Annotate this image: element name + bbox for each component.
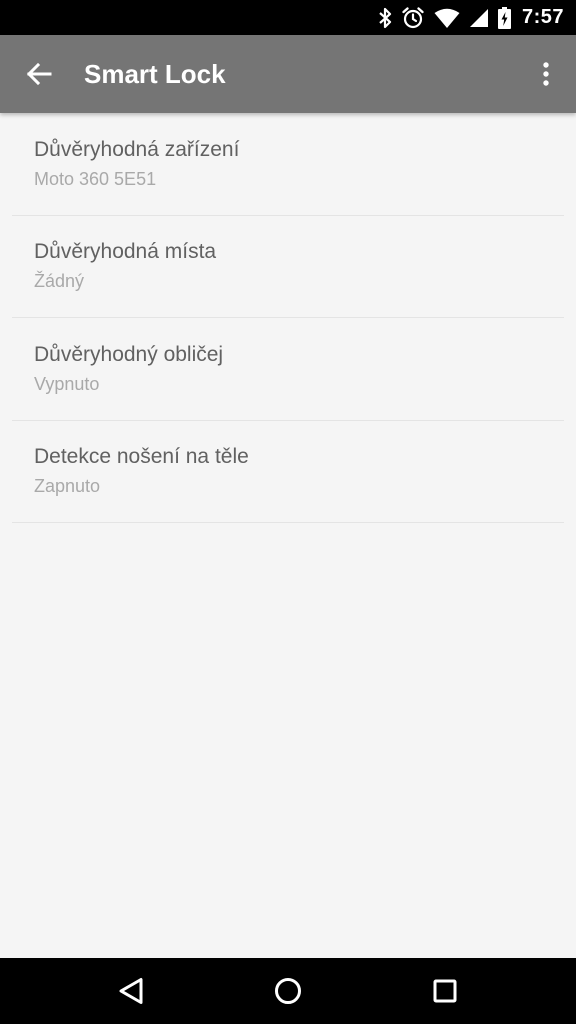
nav-back-icon [119, 978, 143, 1004]
setting-summary: Vypnuto [34, 373, 100, 394]
setting-title: Důvěryhodná místa [34, 240, 217, 264]
setting-trusted-devices[interactable]: Důvěryhodná zařízení Moto 360 5E51 [12, 113, 564, 216]
nav-recents-button[interactable] [409, 958, 481, 1024]
setting-title: Důvěryhodná zařízení [34, 137, 240, 161]
setting-trusted-places[interactable]: Důvěryhodná místa Žádný [12, 216, 564, 318]
arrow-back-icon [26, 62, 52, 86]
nav-home-icon [274, 978, 301, 1004]
nav-back-button[interactable] [95, 958, 167, 1024]
signal-icon [469, 8, 489, 28]
nav-recents-icon [433, 979, 457, 1003]
page-title: Smart Lock [84, 58, 226, 89]
overflow-menu-button[interactable] [516, 35, 576, 113]
setting-summary: Žádný [34, 271, 85, 292]
setting-summary: Zapnuto [34, 476, 101, 497]
wifi-icon [434, 8, 460, 28]
setting-trusted-face[interactable]: Důvěryhodný obličej Vypnuto [12, 318, 564, 421]
setting-on-body-detection[interactable]: Detekce nošení na těle Zapnuto [12, 421, 564, 523]
alarm-icon [401, 6, 425, 30]
nav-home-button[interactable] [252, 958, 324, 1024]
setting-title: Detekce nošení na těle [34, 445, 249, 469]
navigation-bar [0, 958, 576, 1024]
more-vertical-icon [543, 62, 549, 86]
clock-time: 7:57 [521, 6, 564, 28]
setting-summary: Moto 360 5E51 [34, 168, 157, 189]
status-bar: 7:57 [0, 0, 576, 35]
setting-title: Důvěryhodný obličej [34, 342, 224, 366]
back-button[interactable] [0, 35, 76, 113]
settings-list: Důvěryhodná zařízení Moto 360 5E51 Důvěr… [0, 113, 576, 958]
app-bar: Smart Lock [0, 35, 576, 113]
bluetooth-icon [378, 7, 392, 29]
battery-charging-icon [497, 6, 511, 29]
